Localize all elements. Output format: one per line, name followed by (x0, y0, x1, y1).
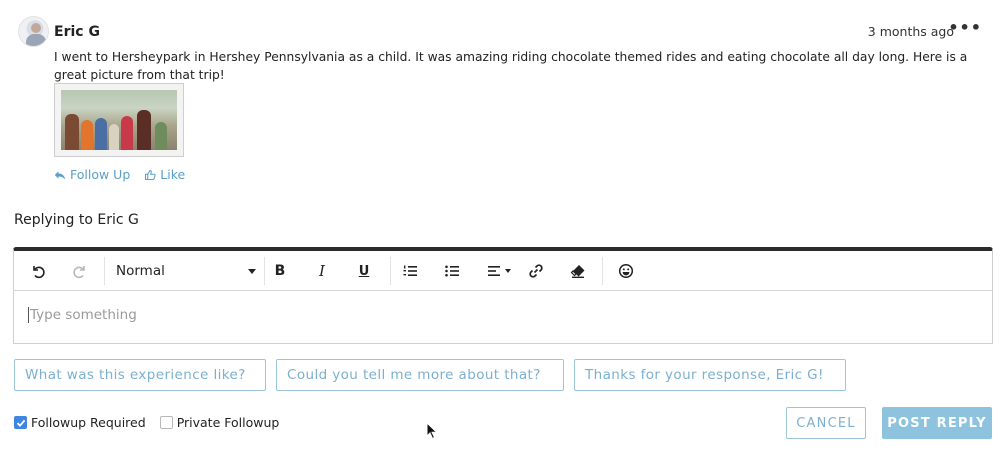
suggested-replies: What was this experience like? Could you… (14, 359, 846, 391)
reply-arrow-icon (54, 170, 66, 179)
follow-up-label: Follow Up (70, 167, 131, 182)
toolbar-separator (264, 257, 265, 285)
toolbar-separator (104, 257, 105, 285)
mouse-pointer-icon (426, 422, 438, 440)
redo-icon[interactable] (70, 261, 90, 281)
ordered-list-icon[interactable] (400, 261, 420, 281)
like-button[interactable]: Like (144, 167, 185, 182)
followup-required-label: Followup Required (31, 415, 146, 430)
toolbar-separator (390, 257, 391, 285)
thumbs-up-icon (145, 169, 156, 180)
post-reply-button[interactable]: POST REPLY (882, 407, 992, 439)
text-caret (28, 307, 29, 323)
private-followup-checkbox[interactable] (159, 416, 173, 429)
reply-editor: Normal B I U Type something (13, 247, 993, 344)
follow-up-button[interactable]: Follow Up (54, 167, 130, 182)
comment-text: I went to Hersheypark in Hershey Pennsyl… (54, 50, 968, 82)
toolbar-separator (602, 257, 603, 285)
chevron-down-icon (248, 268, 256, 274)
align-icon[interactable] (484, 261, 514, 281)
suggested-reply-button[interactable]: What was this experience like? (14, 359, 266, 391)
cancel-button[interactable]: CANCEL (786, 407, 866, 439)
clear-format-icon[interactable] (568, 261, 588, 281)
private-followup-option[interactable]: Private Followup (159, 415, 280, 430)
followup-required-option[interactable]: Followup Required (14, 415, 146, 430)
replying-to-label: Replying to Eric G (14, 212, 139, 228)
more-options-icon[interactable]: ••• (948, 20, 982, 36)
emoji-icon[interactable] (616, 261, 636, 281)
bullet-list-icon[interactable] (442, 261, 462, 281)
comment-author[interactable]: Eric G (54, 24, 100, 40)
text-format-value: Normal (116, 263, 165, 279)
underline-icon[interactable]: U (354, 261, 374, 281)
avatar[interactable] (18, 16, 49, 47)
bold-icon[interactable]: B (270, 261, 290, 281)
suggested-reply-button[interactable]: Could you tell me more about that? (276, 359, 564, 391)
checkmark-icon (16, 419, 25, 427)
comment-photo-thumbnail[interactable] (54, 83, 184, 157)
comment-actions: Follow Up Like (54, 167, 185, 182)
comment-timestamp: 3 months ago (867, 24, 954, 39)
reply-placeholder: Type something (30, 307, 137, 323)
suggested-reply-button[interactable]: Thanks for your response, Eric G! (574, 359, 846, 391)
reply-options: Followup Required Private Followup (14, 415, 279, 430)
reply-text-input[interactable]: Type something (28, 307, 137, 323)
text-format-select[interactable]: Normal (116, 261, 256, 281)
chevron-down-icon (505, 269, 511, 273)
undo-icon[interactable] (28, 261, 48, 281)
private-followup-label: Private Followup (176, 415, 280, 430)
italic-icon[interactable]: I (312, 261, 332, 281)
like-label: Like (160, 167, 186, 182)
link-icon[interactable] (526, 261, 546, 281)
editor-toolbar: Normal B I U (14, 251, 992, 291)
followup-required-checkbox[interactable] (14, 416, 27, 429)
previous-comment-fragment (0, 0, 1004, 6)
